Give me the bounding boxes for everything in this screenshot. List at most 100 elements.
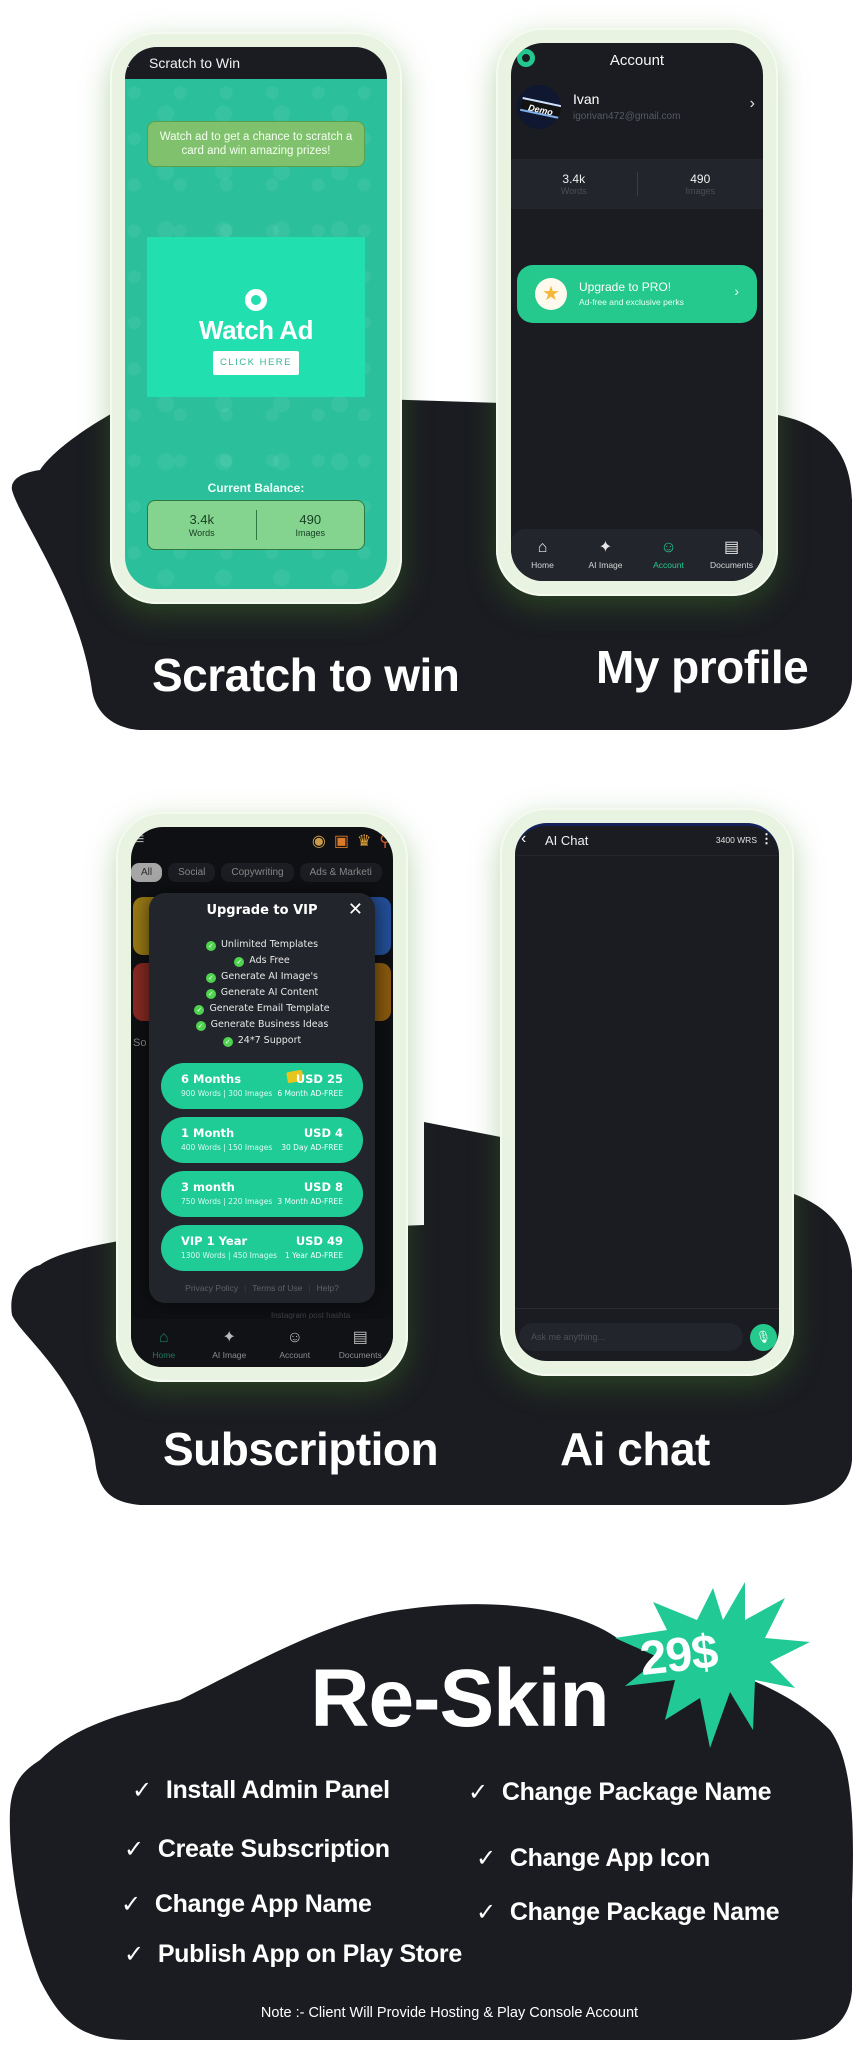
nav-account[interactable]: ☺ Account [262, 1319, 328, 1367]
nav-home[interactable]: ⌂ Home [511, 529, 574, 581]
account-screen: Account Demo Ivan igorivan472@gmail.com … [511, 43, 763, 581]
help-link[interactable]: Help? [317, 1283, 339, 1293]
check-icon: ✓ [222, 1037, 233, 1047]
document-icon: ▤ [723, 539, 740, 556]
check-icon: ✓ [205, 989, 216, 999]
plan-6-months[interactable]: 6 Months USD 25 900 Words | 300 Images 6… [161, 1063, 363, 1109]
section-label-subscription: Subscription [163, 1423, 439, 1475]
plan-price: USD 25 [295, 1072, 343, 1086]
reskin-title: Re-Skin [310, 1653, 609, 1744]
check-icon: ✓ [132, 1776, 152, 1804]
check-icon: ✓ [124, 1835, 144, 1863]
menu-icon[interactable]: ≡ [135, 831, 144, 849]
avatar-demo-label: Demo [519, 96, 561, 120]
feature-change-package-name: ✓ Change Package Name [468, 1778, 772, 1806]
nav-documents[interactable]: ▤ Documents [328, 1319, 394, 1367]
nav-home[interactable]: ⌂ Home [131, 1319, 197, 1367]
plan-1-month[interactable]: 1 Month USD 4 400 Words | 150 Images 30 … [161, 1117, 363, 1163]
balance-words: 3.4k Words [148, 512, 256, 538]
magic-wand-icon: ✦ [598, 539, 613, 556]
scratch-title: Scratch to Win [149, 55, 241, 71]
chat-header: ‹ AI Chat 3400 WRS ⋮ [515, 826, 779, 856]
star-icon: ★ [535, 278, 567, 310]
home-icon: ⌂ [158, 1329, 169, 1346]
chevron-right-icon: › [734, 283, 739, 299]
nav-documents[interactable]: ▤ Documents [700, 529, 763, 581]
chip-ads-marketing[interactable]: Ads & Marketi [299, 863, 382, 882]
plan-name: VIP 1 Year [181, 1234, 248, 1248]
more-vertical-icon[interactable]: ⋮ [760, 831, 773, 847]
stat-images-label: Images [685, 186, 715, 196]
magic-wand-icon: ✦ [222, 1329, 236, 1346]
user-name: Ivan [573, 91, 600, 107]
phone-scratch: ‹ Scratch to Win Watch ad to get a chanc… [110, 32, 402, 604]
privacy-policy-link[interactable]: Privacy Policy [185, 1283, 238, 1293]
check-icon: ✓ [205, 941, 216, 951]
balance-images-label: Images [295, 528, 325, 538]
watch-ad-card[interactable]: Watch Ad CLICK HERE [147, 237, 365, 397]
check-icon: ✓ [121, 1890, 141, 1918]
plan-name: 6 Months [181, 1072, 242, 1086]
feature-item: ✓ Generate AI Image's [149, 969, 375, 985]
account-icon: ☺ [286, 1329, 303, 1346]
section-label-profile: My profile [596, 641, 809, 693]
check-icon: ✓ [205, 973, 216, 983]
nav-label: Account [279, 1350, 311, 1360]
nav-ai-image[interactable]: ✦ AI Image [197, 1319, 263, 1367]
nav-label: Home [531, 560, 554, 570]
nav-label: AI Image [212, 1350, 247, 1360]
click-here-button[interactable]: CLICK HERE [213, 351, 299, 375]
upgrade-pro-button[interactable]: ★ Upgrade to PRO! Ad-free and exclusive … [517, 265, 757, 323]
nav-account[interactable]: ☺ Account [637, 529, 700, 581]
stat-images-value: 490 [690, 172, 711, 186]
plan-3-month[interactable]: 3 month USD 8 750 Words | 220 Images 3 M… [161, 1171, 363, 1217]
category-chips: All Social Copywriting Ads & Marketi [131, 863, 382, 882]
chip-copywriting[interactable]: Copywriting [221, 863, 294, 882]
plan-price: USD 4 [303, 1126, 343, 1140]
phone-chat: ‹ AI Chat 3400 WRS ⋮ Ask me anything... … [500, 808, 794, 1376]
microphone-icon[interactable]: 🎙 [750, 1324, 777, 1351]
section-label-scratch: Scratch to win [152, 649, 460, 701]
chat-input[interactable]: Ask me anything... [519, 1323, 743, 1351]
app-logo-icon [245, 289, 267, 311]
plan-vip-1-year[interactable]: VIP 1 Year USD 49 1300 Words | 450 Image… [161, 1225, 363, 1271]
watch-ad-title: Watch Ad [199, 315, 313, 345]
feature-publish-app: ✓ Publish App on Play Store [124, 1940, 462, 1968]
section-label-chat: Ai chat [560, 1423, 710, 1475]
plan-name: 1 Month [181, 1126, 235, 1140]
crown-icon[interactable]: ♛ [357, 831, 371, 851]
bottom-nav: ⌂ Home ✦ AI Image ☺ Account ▤ Documents [131, 1319, 393, 1367]
check-icon: ✓ [234, 957, 245, 967]
chevron-left-icon[interactable]: ‹ [125, 55, 130, 71]
chevron-left-icon[interactable]: ‹ [521, 830, 526, 848]
header-actions: ◉ ▣ ♛ ⚲ [312, 831, 391, 851]
plan-name: 3 month [181, 1180, 235, 1194]
feature-change-package-name-2: ✓ Change Package Name [476, 1898, 780, 1926]
nav-ai-image[interactable]: ✦ AI Image [574, 529, 637, 581]
upgrade-vip-modal: Upgrade to VIP ✕ ✓ Unlimited Templates ✓ A… [149, 893, 375, 1303]
chip-social[interactable]: Social [168, 863, 216, 882]
feature-change-app-icon: ✓ Change App Icon [476, 1844, 710, 1872]
plan-price: USD 49 [295, 1234, 343, 1248]
profile-row[interactable]: Demo Ivan igorivan472@gmail.com › [511, 85, 763, 155]
spin-wheel-icon[interactable]: ◉ [312, 831, 326, 851]
scratch-header: ‹ Scratch to Win [125, 47, 387, 79]
close-icon[interactable]: ✕ [348, 899, 363, 920]
balance-card: 3.4k Words 490 Images [147, 500, 365, 550]
phone-account: Account Demo Ivan igorivan472@gmail.com … [496, 28, 778, 596]
balance-words-value: 3.4k [189, 512, 215, 527]
gift-icon[interactable]: ▣ [334, 831, 349, 851]
terms-of-use-link[interactable]: Terms of Use [252, 1283, 302, 1293]
subscription-screen: ≡ ◉ ▣ ♛ ⚲ All Social Copywriting Ads & M… [131, 827, 393, 1367]
feature-install-admin-panel: ✓ Install Admin Panel [132, 1776, 390, 1804]
modal-title: Upgrade to VIP [206, 903, 318, 918]
chip-all[interactable]: All [131, 863, 163, 882]
balance-images-value: 490 [299, 512, 322, 527]
search-icon[interactable]: ⚲ [379, 831, 391, 851]
check-icon: ✓ [124, 1940, 144, 1968]
feature-item: ✓ Ads Free [149, 953, 375, 969]
feature-item: ✓ 24*7 Support [149, 1033, 375, 1049]
plan-details: 1300 Words | 450 Images [181, 1251, 278, 1260]
chat-screen: ‹ AI Chat 3400 WRS ⋮ Ask me anything... … [515, 823, 779, 1361]
plan-details: 900 Words | 300 Images [181, 1089, 273, 1098]
